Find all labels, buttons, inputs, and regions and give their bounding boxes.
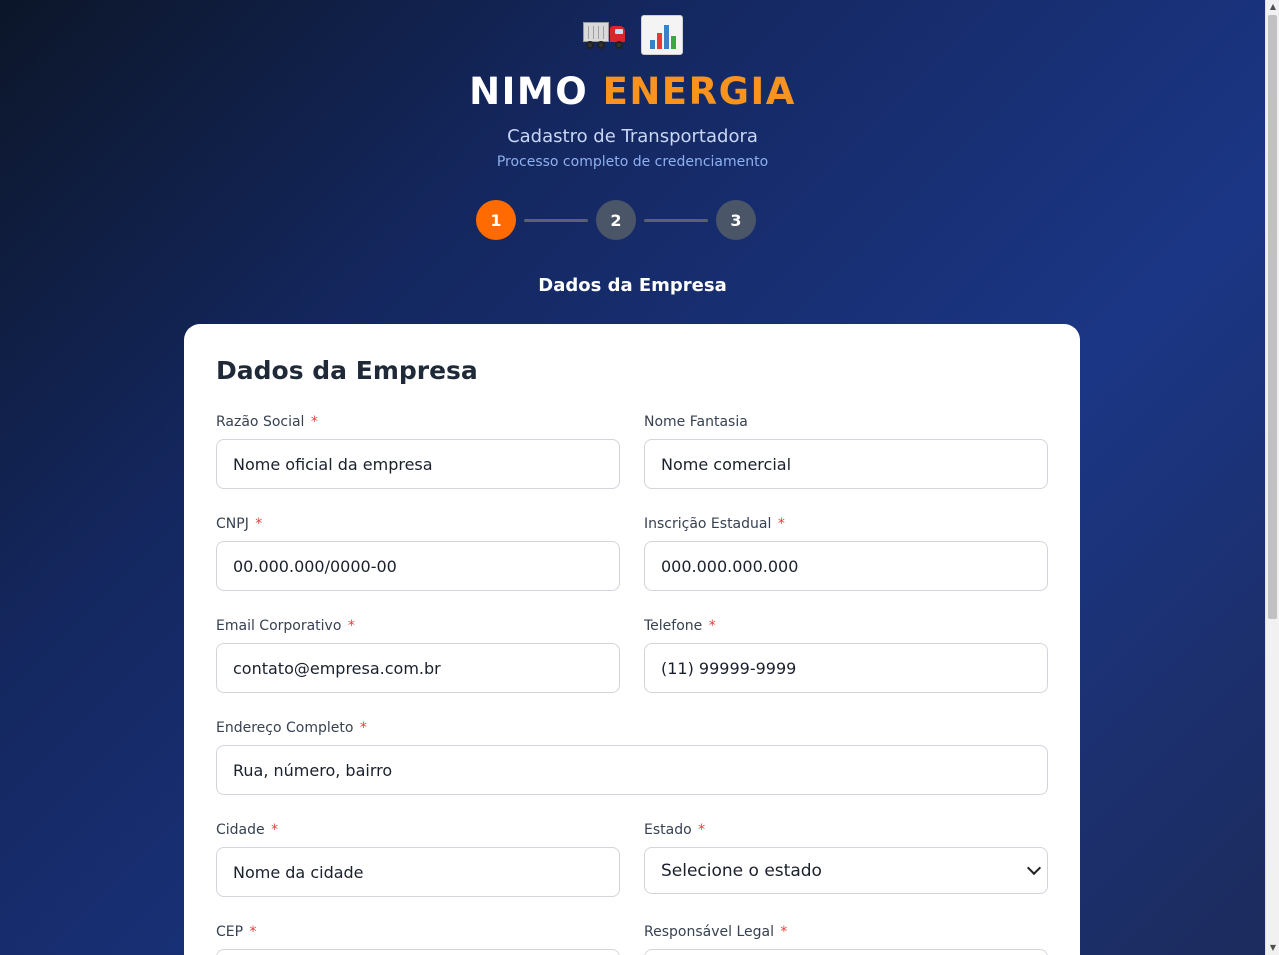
email-field: Email Corporativo * contato@empresa.com.…	[216, 618, 620, 693]
cep-label: CEP *	[216, 924, 257, 940]
page-tagline: Processo completo de credenciamento	[496, 154, 769, 170]
required-mark: *	[359, 720, 367, 736]
required-mark: *	[310, 414, 318, 430]
razao-social-label: Razão Social *	[216, 414, 318, 430]
responsavel-input[interactable]	[644, 949, 1048, 955]
endereco-field: Endereço Completo * Rua, número, bairro	[216, 720, 1048, 795]
step-connector	[524, 218, 588, 222]
inscricao-estadual-field: Inscrição Estadual * 000.000.000.000	[644, 516, 1048, 591]
required-mark: *	[780, 924, 788, 940]
required-mark: *	[347, 618, 355, 634]
estado-label: Estado *	[644, 822, 706, 838]
endereco-input[interactable]: Rua, número, bairro	[216, 745, 1048, 795]
cep-field: CEP *	[216, 924, 620, 955]
step-1: 1	[476, 200, 516, 240]
scroll-up-icon[interactable]: ▲	[1266, 0, 1279, 14]
inscricao-estadual-label: Inscrição Estadual *	[644, 516, 785, 532]
responsavel-field: Responsável Legal *	[644, 924, 1048, 955]
brand-accent: ENERGIA	[602, 70, 796, 113]
responsavel-label: Responsável Legal *	[644, 924, 788, 940]
cnpj-field: CNPJ * 00.000.000/0000-00	[216, 516, 620, 591]
cidade-label: Cidade *	[216, 822, 279, 838]
logo-icons	[0, 12, 1265, 58]
cnpj-label: CNPJ *	[216, 516, 263, 532]
scroll-down-icon[interactable]: ▼	[1266, 941, 1279, 955]
step-connector	[644, 218, 708, 222]
header: NIMO ENERGIA Cadastro de Transportadora …	[0, 12, 1265, 170]
required-mark: *	[255, 516, 263, 532]
email-label: Email Corporativo *	[216, 618, 355, 634]
page-scrollbar[interactable]: ▲ ▼	[1265, 0, 1279, 955]
current-step-title: Dados da Empresa	[538, 275, 727, 296]
truck-icon	[582, 20, 627, 50]
nome-fantasia-field: Nome Fantasia Nome comercial	[644, 414, 1048, 489]
razao-social-field: Razão Social * Nome oficial da empresa	[216, 414, 620, 489]
required-mark: *	[777, 516, 785, 532]
razao-social-input[interactable]: Nome oficial da empresa	[216, 439, 620, 489]
email-input[interactable]: contato@empresa.com.br	[216, 643, 620, 693]
step-2: 2	[596, 200, 636, 240]
required-mark: *	[249, 924, 257, 940]
cidade-input[interactable]: Nome da cidade	[216, 847, 620, 897]
brand-title: NIMO ENERGIA	[0, 70, 1265, 113]
registration-page: NIMO ENERGIA Cadastro de Transportadora …	[0, 0, 1265, 955]
cep-input[interactable]	[216, 949, 620, 955]
estado-select[interactable]: Selecione o estado	[644, 847, 1048, 894]
step-3: 3	[716, 200, 756, 240]
brand-primary: NIMO	[469, 70, 589, 113]
bar-chart-icon	[640, 15, 683, 55]
form-title: Dados da Empresa	[216, 356, 478, 385]
estado-field: Estado * Selecione o estado	[644, 822, 1048, 894]
nome-fantasia-input[interactable]: Nome comercial	[644, 439, 1048, 489]
nome-fantasia-label: Nome Fantasia	[644, 414, 748, 430]
inscricao-estadual-input[interactable]: 000.000.000.000	[644, 541, 1048, 591]
estado-selected-value: Selecione o estado	[661, 860, 822, 881]
page-subtitle: Cadastro de Transportadora	[507, 126, 758, 147]
telefone-field: Telefone * (11) 99999-9999	[644, 618, 1048, 693]
form-card: Dados da Empresa Razão Social * Nome ofi…	[184, 324, 1080, 955]
endereco-label: Endereço Completo *	[216, 720, 367, 736]
required-mark: *	[708, 618, 716, 634]
step-indicator: 1 2 3	[476, 200, 756, 240]
cnpj-input[interactable]: 00.000.000/0000-00	[216, 541, 620, 591]
telefone-label: Telefone *	[644, 618, 716, 634]
chevron-down-icon	[1026, 860, 1042, 875]
required-mark: *	[271, 822, 279, 838]
cidade-field: Cidade * Nome da cidade	[216, 822, 620, 897]
required-mark: *	[698, 822, 706, 838]
telefone-input[interactable]: (11) 99999-9999	[644, 643, 1048, 693]
scrollbar-thumb[interactable]	[1268, 15, 1277, 619]
